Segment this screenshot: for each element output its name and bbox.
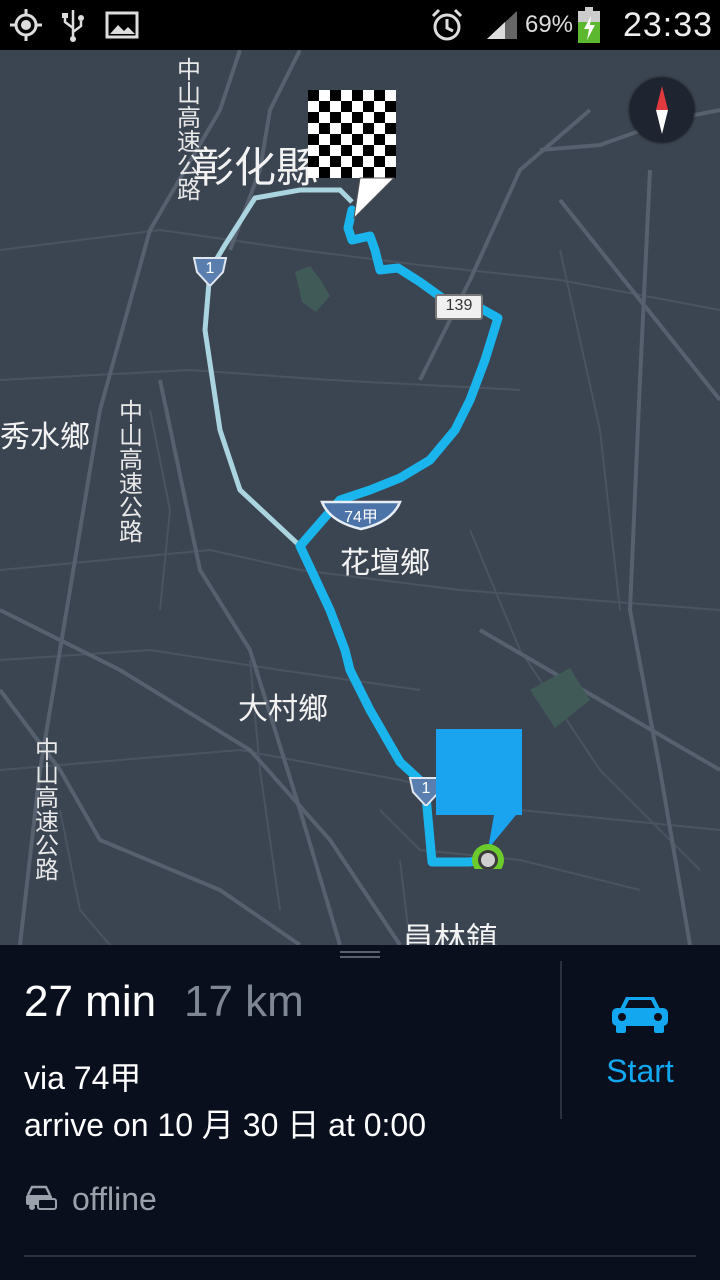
alarm-icon (428, 0, 466, 50)
alternative-route[interactable] (202, 187, 354, 548)
route-duration: 27 min (24, 977, 157, 1026)
divider (560, 961, 562, 1119)
place-label-xiushui: 秀水鄉 (0, 420, 90, 455)
status-bar: 69% 23:33 (0, 0, 720, 50)
freeway-label: 中山高速公路 (35, 736, 59, 884)
arrival-time: arrive on 10 月 30 日 at 0:00 (24, 1107, 427, 1143)
signal-icon (484, 0, 520, 50)
car-icon (610, 993, 670, 1042)
divider (24, 1255, 696, 1257)
clock: 23:33 (622, 5, 714, 44)
route-shield-label: 74甲 (344, 509, 378, 526)
freeway-label: 中山高速公路 (119, 398, 143, 546)
traffic-car-icon (24, 1183, 58, 1218)
route-via: via 74甲 (24, 1060, 142, 1096)
map-view[interactable]: 中山高速公路 中山高速公路 中山高速公路 彰化縣 秀水鄉 花壇鄉 大村鄉 員林鎮… (0, 50, 720, 945)
gps-icon (8, 0, 44, 50)
place-label-changhua: 彰化縣 (192, 143, 319, 192)
destination-flag-icon[interactable] (308, 90, 396, 222)
current-location-icon[interactable] (436, 729, 522, 876)
gallery-icon (104, 0, 140, 50)
route-distance: 17 km (184, 977, 304, 1026)
drag-handle[interactable] (340, 951, 380, 958)
start-navigation-button[interactable]: Start (570, 985, 710, 1105)
route-shield-label: 1 (205, 260, 215, 277)
battery-percent: 69% (524, 11, 574, 38)
route-shield-1: 1 (192, 256, 228, 291)
compass-icon[interactable] (630, 78, 694, 142)
route-shield-139: 139 (435, 294, 483, 320)
usb-icon (58, 0, 88, 50)
connection-status: offline (72, 1181, 157, 1217)
place-label-huatan: 花壇鄉 (340, 546, 430, 581)
place-label-yuanlin: 員林鎮 (402, 920, 499, 945)
place-label-dacun: 大村鄉 (238, 692, 328, 727)
route-shield-74a: 74甲 (320, 499, 402, 536)
route-summary-panel: 27 min 17 km via 74甲 arrive on 10 月 30 日… (0, 945, 720, 1280)
start-label: Start (606, 1053, 674, 1089)
battery-charging-icon (576, 0, 602, 50)
route-shield-label: 139 (445, 297, 473, 314)
